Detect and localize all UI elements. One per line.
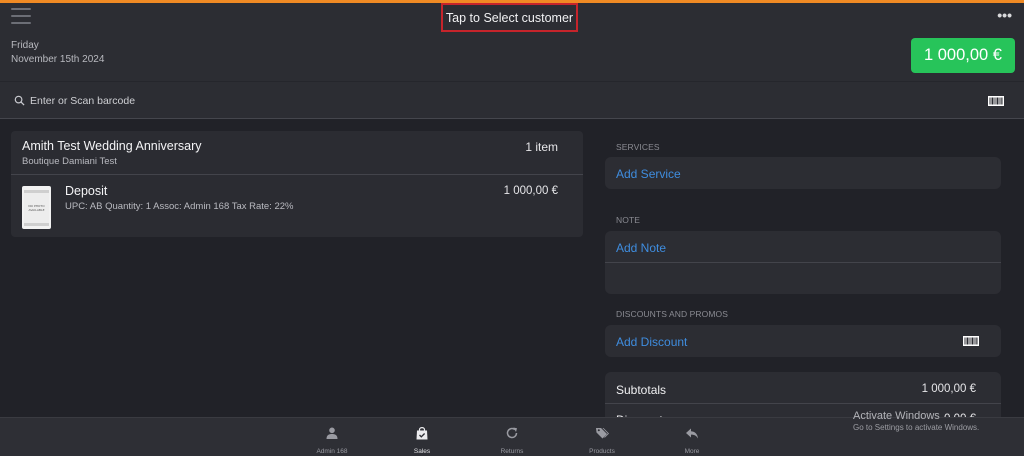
product-thumbnail: NO PHOTO AVAILABLE xyxy=(22,186,51,229)
subtotals-label: Subtotals xyxy=(616,383,667,397)
subtotals-value: 1 000,00 € xyxy=(921,383,976,395)
date-display: Friday November 15th 2024 xyxy=(11,39,104,67)
add-discount-button[interactable]: Add Discount xyxy=(616,335,687,349)
tab-admin[interactable]: Admin 168 xyxy=(302,418,362,456)
watermark-line-1: Activate Windows xyxy=(853,410,940,422)
tab-label-more: More xyxy=(684,448,700,455)
total-button[interactable]: 1 000,00 € xyxy=(911,38,1015,73)
note-panel: Add Note xyxy=(605,231,1001,294)
item-name: Deposit xyxy=(65,184,108,198)
barcode-search-input[interactable] xyxy=(30,91,930,111)
order-card: Amith Test Wedding Anniversary Boutique … xyxy=(11,131,583,237)
no-photo-placeholder: NO PHOTO AVAILABLE xyxy=(24,189,49,226)
hamburger-menu-icon[interactable] xyxy=(11,8,33,26)
tags-icon xyxy=(596,428,609,439)
tab-more[interactable]: More xyxy=(662,418,722,456)
order-title: Amith Test Wedding Anniversary xyxy=(22,139,202,153)
item-price: 1 000,00 € xyxy=(503,185,558,197)
date-label: November 15th 2024 xyxy=(11,54,105,65)
discount-barcode-icon[interactable] xyxy=(963,336,979,346)
tab-label-admin: Admin 168 xyxy=(316,448,348,455)
select-customer-button[interactable]: Tap to Select customer xyxy=(441,3,578,32)
tab-returns[interactable]: Returns xyxy=(482,418,542,456)
services-section-label: SERVICES xyxy=(616,142,660,152)
item-count: 1 item xyxy=(525,140,558,154)
tab-label-returns: Returns xyxy=(500,448,524,455)
add-note-button[interactable]: Add Note xyxy=(616,241,666,255)
line-item-row[interactable]: NO PHOTO AVAILABLE Deposit UPC: AB Quant… xyxy=(11,175,583,237)
reply-arrow-icon xyxy=(686,428,698,439)
header-bar: Tap to Select customer ••• Friday Novemb… xyxy=(0,3,1024,81)
discounts-section-label: DISCOUNTS AND PROMOS xyxy=(616,309,729,319)
tab-sales[interactable]: Sales xyxy=(392,418,452,456)
windows-activation-watermark: Activate Windows Go to Settings to activ… xyxy=(853,410,979,432)
watermark-line-2: Go to Settings to activate Windows. xyxy=(853,423,980,432)
barcode-scan-icon[interactable] xyxy=(988,96,1004,106)
totals-divider xyxy=(605,403,1001,404)
item-details: UPC: AB Quantity: 1 Assoc: Admin 168 Tax… xyxy=(65,201,294,212)
more-options-icon[interactable]: ••• xyxy=(997,8,1012,22)
tab-label-products: Products xyxy=(589,448,615,455)
discounts-panel: Add Discount xyxy=(605,325,1001,357)
add-service-button[interactable]: Add Service xyxy=(616,167,681,181)
tab-label-sales: Sales xyxy=(413,448,431,455)
note-section-label: NOTE xyxy=(616,215,641,225)
order-subtitle: Boutique Damiani Test xyxy=(22,156,117,167)
day-label: Friday xyxy=(11,40,39,51)
tab-products[interactable]: Products xyxy=(572,418,632,456)
services-panel: Add Service xyxy=(605,157,1001,189)
person-icon xyxy=(326,427,338,439)
note-divider xyxy=(605,262,1001,263)
search-bar xyxy=(0,81,1024,119)
search-icon xyxy=(14,95,25,106)
refresh-icon xyxy=(506,427,518,439)
shopping-bag-icon xyxy=(416,427,428,440)
